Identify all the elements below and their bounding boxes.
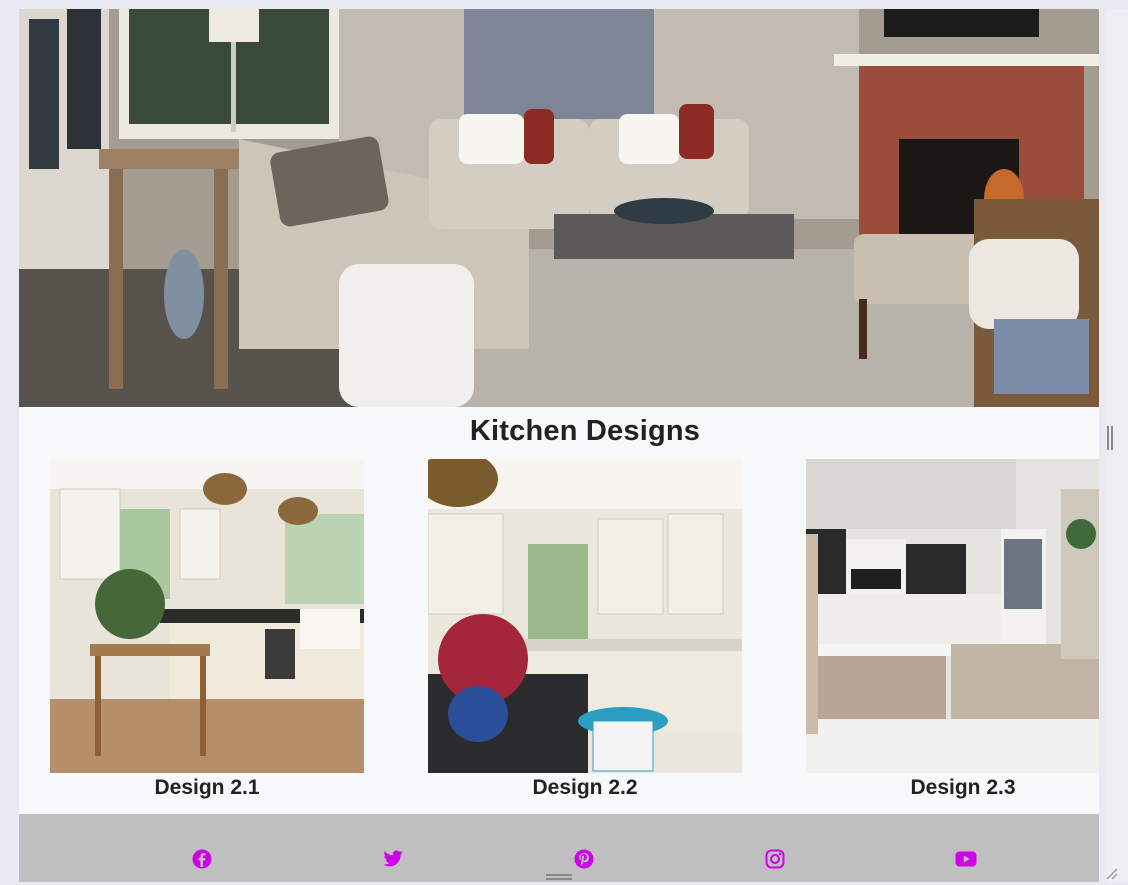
design-image-kitchen-3[interactable]: [806, 459, 1099, 773]
design-card[interactable]: Design 2.3: [806, 459, 1099, 800]
design-caption: Design 2.2: [532, 776, 638, 799]
page-frame: Kitchen Designs Design 2.1 Design 2.2 De…: [19, 9, 1099, 882]
scrollbar-grip[interactable]: [1107, 426, 1113, 450]
design-caption: Design 2.1: [154, 776, 260, 799]
horizontal-resize-grip[interactable]: [546, 874, 572, 880]
design-card[interactable]: Design 2.1: [50, 459, 364, 800]
twitter-icon[interactable]: [382, 848, 404, 870]
design-caption: Design 2.3: [910, 776, 1016, 799]
resize-handle-icon[interactable]: [1104, 866, 1118, 880]
design-image-kitchen-1[interactable]: [50, 459, 364, 773]
instagram-icon[interactable]: [764, 848, 786, 870]
facebook-icon[interactable]: [191, 848, 213, 870]
section-title: Kitchen Designs: [469, 415, 701, 447]
pinterest-icon[interactable]: [573, 848, 595, 870]
design-image-kitchen-2[interactable]: [428, 459, 742, 773]
footer: [19, 814, 1099, 882]
design-card[interactable]: Design 2.2: [428, 459, 742, 800]
youtube-icon[interactable]: [955, 848, 977, 870]
hero-image-living-room: [19, 9, 1099, 407]
